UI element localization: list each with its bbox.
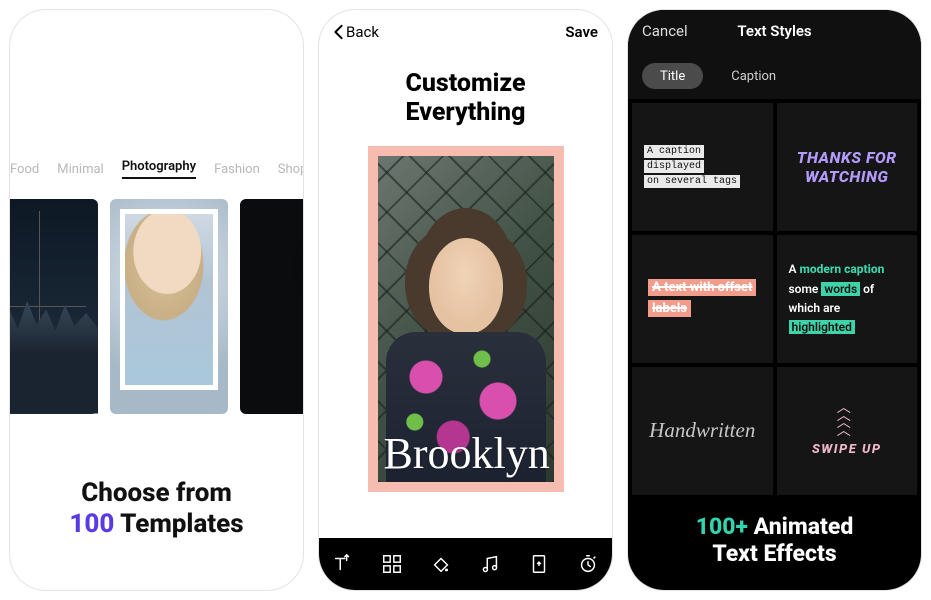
- preview-text: WATCHING: [805, 167, 888, 186]
- screen-text-styles: Cancel Text Styles Title Caption A capti…: [628, 10, 921, 590]
- layout-icon: [381, 553, 403, 575]
- style-preview: THANKS FOR WATCHING: [797, 148, 897, 186]
- preview-text: A text with offset: [648, 279, 756, 296]
- headline-text: Choose from: [81, 478, 232, 508]
- fill-tool[interactable]: [424, 547, 458, 581]
- style-preview: ︿︿︿︿ SWIPE UP: [812, 405, 882, 457]
- style-preview: A text with offset labels: [648, 278, 756, 320]
- style-tabs: Title Caption: [628, 53, 921, 99]
- headline: Choose from 100 Templates: [10, 478, 303, 590]
- template-card[interactable]: [240, 199, 303, 414]
- style-tile-swipe-up[interactable]: ︿︿︿︿ SWIPE UP: [777, 367, 918, 495]
- page-title: Text Styles: [737, 22, 811, 40]
- preview-text: words: [821, 282, 860, 296]
- headline-text: Templates: [120, 509, 244, 539]
- style-tile-highlight[interactable]: A modern caption some words of which are…: [777, 235, 918, 363]
- editor-headline: Customize Everything: [319, 70, 612, 128]
- style-grid: A caption displayed on several tags THAN…: [628, 99, 921, 499]
- template-card[interactable]: [10, 199, 98, 414]
- style-tile-handwritten[interactable]: Handwritten: [632, 367, 773, 495]
- style-tile-offset[interactable]: A text with offset labels: [632, 235, 773, 363]
- music-tool[interactable]: [473, 547, 507, 581]
- music-icon: [479, 553, 501, 575]
- template-carousel[interactable]: [10, 191, 303, 421]
- cancel-button[interactable]: Cancel: [642, 22, 688, 40]
- template-card[interactable]: [110, 199, 228, 414]
- style-preview: A modern caption some words of which are…: [789, 260, 906, 337]
- headline-number: 100: [69, 509, 114, 539]
- chevron-left-icon: [333, 24, 344, 40]
- category-tabs: Food Minimal Photography Fashion Shop: [10, 155, 303, 183]
- preview-text: A caption displayed: [644, 145, 704, 173]
- preview-text: some: [789, 282, 822, 296]
- person-illustration: [386, 232, 546, 482]
- headline-text: Text Effects: [712, 540, 836, 567]
- preview-text: on several tags: [644, 175, 740, 188]
- category-tab-fashion[interactable]: Fashion: [214, 162, 260, 177]
- category-tab-shop[interactable]: Shop: [278, 162, 303, 177]
- style-preview: A caption displayed on several tags: [644, 144, 761, 189]
- style-preview: Handwritten: [649, 418, 755, 443]
- headline: 100+ Animated Text Effects: [628, 499, 921, 590]
- text-icon: [332, 553, 354, 575]
- preview-text: labels: [648, 300, 691, 317]
- spacer: [10, 10, 303, 155]
- timer-icon: [577, 553, 599, 575]
- editor-canvas[interactable]: Brooklyn: [368, 146, 564, 492]
- preview-text: modern caption: [800, 262, 885, 276]
- text-tool[interactable]: [326, 547, 360, 581]
- screen-editor: Back Save Customize Everything Brooklyn: [319, 10, 612, 590]
- chevron-up-icon: ︿︿︿︿: [837, 405, 857, 436]
- editor-toolbar: [319, 538, 612, 590]
- category-tab-minimal[interactable]: Minimal: [57, 162, 103, 177]
- aspect-icon: [528, 553, 550, 575]
- category-tab-food[interactable]: Food: [10, 162, 39, 177]
- back-button[interactable]: Back: [333, 23, 379, 41]
- style-tile-thanks[interactable]: THANKS FOR WATCHING: [777, 103, 918, 231]
- preview-text: SWIPE UP: [812, 442, 882, 457]
- category-tab-photography[interactable]: Photography: [122, 159, 196, 179]
- timer-tool[interactable]: [571, 547, 605, 581]
- editor-nav: Back Save: [319, 10, 612, 54]
- preview-text: THANKS FOR: [797, 148, 897, 167]
- layout-tool[interactable]: [375, 547, 409, 581]
- save-button[interactable]: Save: [565, 23, 598, 41]
- style-tile-caption-tags[interactable]: A caption displayed on several tags: [632, 103, 773, 231]
- photo-preview: Brooklyn: [378, 156, 554, 482]
- headline-number: 100+: [696, 513, 748, 540]
- styles-nav: Cancel Text Styles: [628, 10, 921, 53]
- tab-caption[interactable]: Caption: [713, 63, 794, 89]
- aspect-tool[interactable]: [522, 547, 556, 581]
- preview-text: A: [789, 262, 800, 276]
- headline-text: Everything: [406, 98, 526, 127]
- back-label: Back: [346, 23, 379, 41]
- headline-text: Customize: [405, 69, 525, 98]
- fill-icon: [430, 553, 452, 575]
- screen-templates: Food Minimal Photography Fashion Shop Ch…: [10, 10, 303, 590]
- preview-text: highlighted: [789, 320, 855, 334]
- tab-title[interactable]: Title: [642, 63, 703, 89]
- headline-text: Animated: [748, 513, 853, 540]
